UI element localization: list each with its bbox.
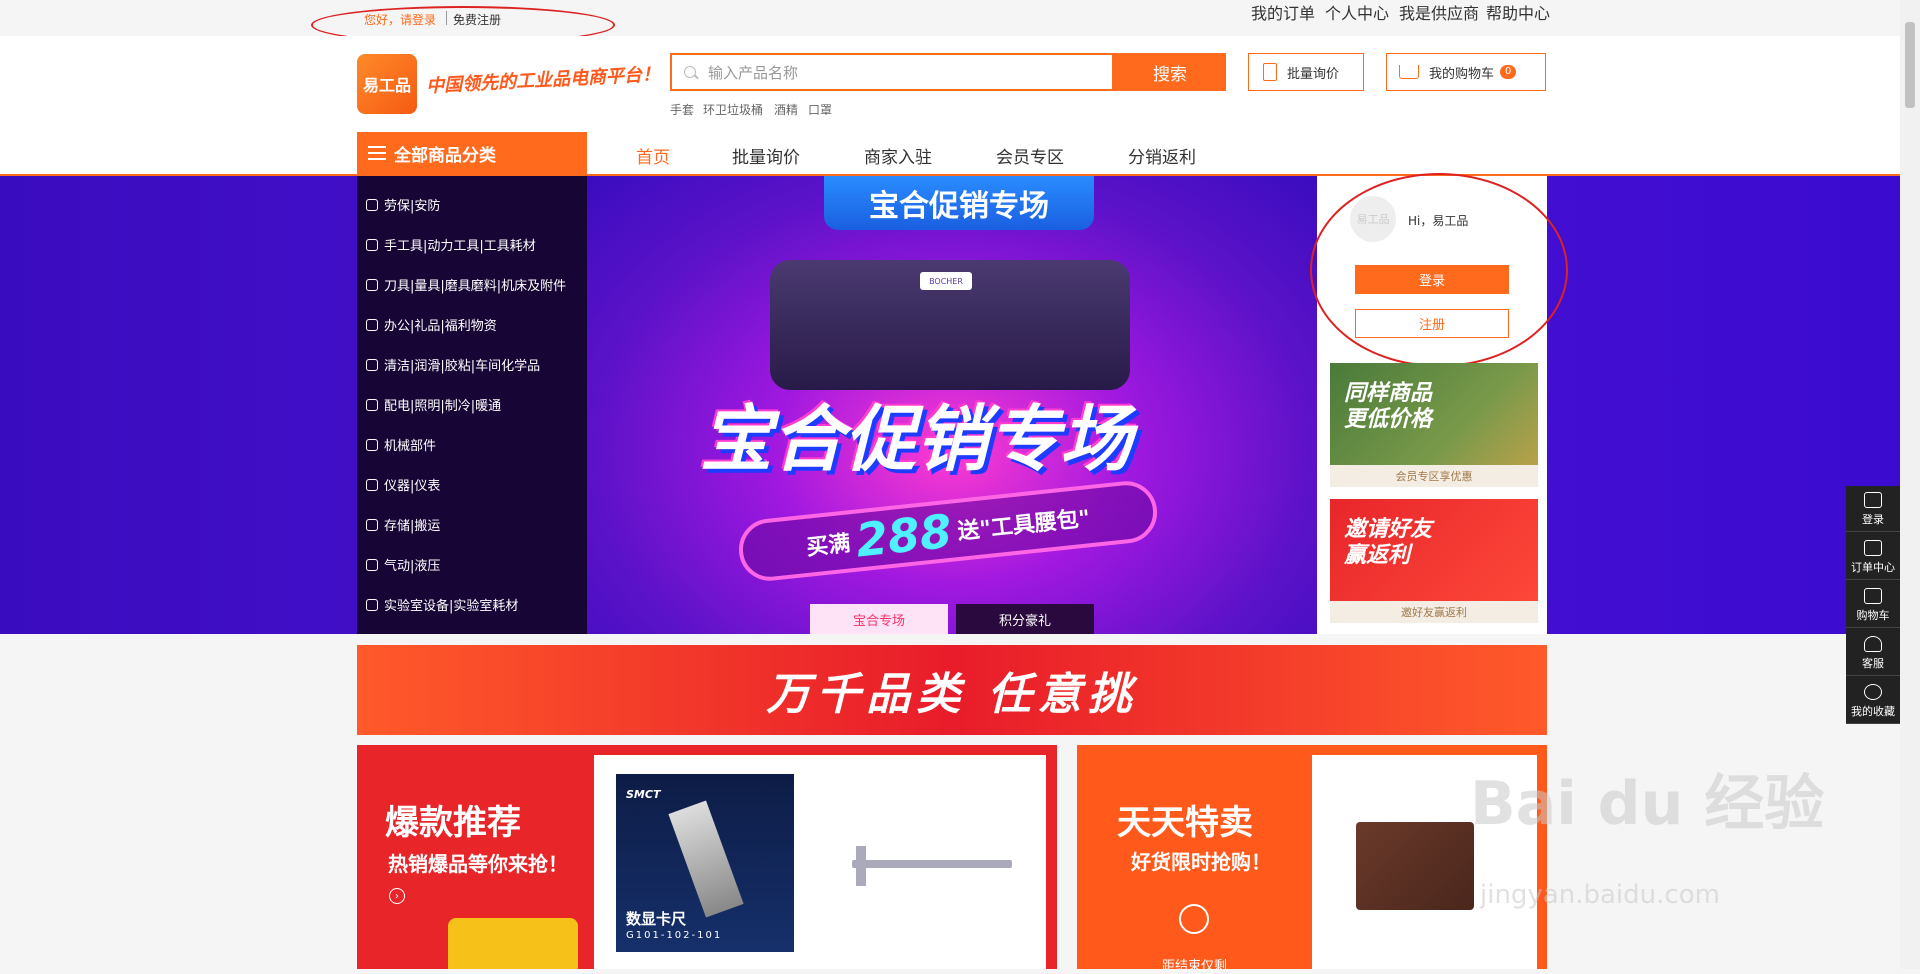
hot-block-subtitle: 热销爆品等你来抢！ [388,852,568,876]
cart-icon [366,518,378,531]
float-cart[interactable]: 购物车 [1846,582,1900,628]
caliper-jaw [856,846,866,886]
banner-tab-points[interactable]: 积分豪礼 [956,604,1094,634]
category-item[interactable]: 实验室设备|实验室耗材 [366,595,518,614]
gift-icon [366,318,378,331]
caliper-image [668,800,744,918]
daily-block-subtitle: 好货限时抢购！ [1131,850,1271,874]
my-orders-link[interactable]: 我的订单 [1251,0,1315,24]
all-categories-label: 全部商品分类 [394,145,496,166]
supplier-link[interactable]: 我是供应商 [1399,0,1479,24]
promo-subtitle: 邀好友赢返利 [1330,601,1538,623]
category-item[interactable]: 气动|液压 [366,555,440,574]
annotation-oval [1310,173,1568,367]
category-item[interactable]: 仪器|仪表 [366,475,440,494]
hot-word[interactable]: 口罩 [808,101,832,118]
search-input[interactable] [706,57,1110,89]
product-card-caliper[interactable]: SMCT 数显卡尺 G101-102-101 [616,774,794,952]
all-categories-button[interactable]: 全部商品分类 [357,132,587,174]
promo-title: 同样商品 更低价格 [1344,381,1433,432]
float-service[interactable]: 客服 [1846,630,1900,676]
personal-center-link[interactable]: 个人中心 [1325,0,1389,24]
banner-title: 宝合促销专场 [700,397,1133,481]
pneumatic-icon [366,558,378,571]
nav-batch-inquiry[interactable]: 批量询价 [732,143,800,168]
float-orders[interactable]: 订单中心 [1846,534,1900,580]
hot-word[interactable]: 酒精 [774,101,798,118]
cart-label: 我的购物车 [1429,66,1495,82]
category-item[interactable]: 办公|礼品|福利物资 [366,315,497,334]
top-bar [0,0,1900,36]
banner-tab-baohe[interactable]: 宝合专场 [810,604,948,634]
headset-icon [1864,636,1882,652]
abrasive-pad-image[interactable] [1356,822,1474,910]
clipboard-icon [1263,63,1277,81]
lightbulb-icon [366,398,378,411]
float-favorites[interactable]: 我的收藏 [1846,678,1900,724]
category-strip-banner[interactable]: 万千品类 任意挑 [357,645,1547,735]
daily-block-title: 天天特卖 [1117,803,1253,843]
category-item[interactable]: 劳保|安防 [366,195,440,214]
product-model: G101-102-101 [626,930,723,941]
instrument-icon [366,478,378,491]
upload-icon [1864,492,1882,508]
promo-title: 邀请好友 赢返利 [1344,517,1433,568]
invite-promo-card[interactable]: 邀请好友 赢返利 邀好友赢返利 [1330,499,1538,623]
vernier-caliper-image[interactable] [852,860,1012,868]
belt-brand: BOCHER [920,272,972,290]
drill-image [448,918,578,969]
helmet-icon [366,198,378,211]
category-item[interactable]: 配电|照明|制冷|暖通 [366,395,501,414]
banner-top-label: 宝合促销专场 [824,176,1094,230]
help-center-link[interactable]: 帮助中心 [1486,0,1550,24]
cart-button[interactable]: 我的购物车 0 [1386,53,1546,91]
search-icon [684,66,696,78]
star-icon [1864,684,1882,700]
arrow-right-icon[interactable]: › [389,888,405,904]
baidu-watermark: Bai du 经验 [1470,769,1825,839]
category-item[interactable]: 机械部件 [366,435,436,454]
menu-icon [368,146,386,160]
cart-count-badge: 0 [1500,65,1517,79]
hot-word[interactable]: 手套 [670,101,694,118]
document-icon [1864,540,1882,556]
wrench-icon [366,238,378,251]
product-brand: SMCT [626,788,661,801]
float-login[interactable]: 登录 [1846,486,1900,532]
category-item[interactable]: 刀具|量具|磨具磨料|机床及附件 [366,275,566,294]
product-name: 数显卡尺 [626,910,687,928]
scrollbar-thumb[interactable] [1905,22,1915,108]
hot-block-title: 爆款推荐 [385,803,521,843]
batch-inquiry-button[interactable]: 批量询价 [1248,53,1364,91]
nav-home[interactable]: 首页 [636,143,670,168]
main-nav [0,132,1900,176]
nav-merchant-join[interactable]: 商家入驻 [864,143,932,168]
tools-icon [366,278,378,291]
batch-inquiry-label: 批量询价 [1287,66,1340,82]
cart-icon [1864,588,1882,604]
category-item[interactable]: 清洁|润滑|胶粘|车间化学品 [366,355,540,374]
category-item[interactable]: 手工具|动力工具|工具耗材 [366,235,536,254]
category-item[interactable]: 存储|搬运 [366,515,440,534]
countdown-label: 距结束仅剩 [1162,959,1228,974]
nav-distribution[interactable]: 分销返利 [1128,143,1196,168]
cleaning-icon [366,358,378,371]
search-button[interactable]: 搜索 [1114,53,1226,91]
site-logo[interactable]: 易工品 [357,54,417,114]
promo-subtitle: 会员专区享优惠 [1330,465,1538,487]
flask-icon [366,598,378,611]
hot-word[interactable]: 环卫垃圾桶 [703,101,763,118]
gear-icon [366,438,378,451]
vertical-scrollbar[interactable] [1900,0,1920,969]
cart-icon [1399,65,1419,79]
member-promo-card[interactable]: 同样商品 更低价格 会员专区享优惠 [1330,363,1538,487]
nav-member-zone[interactable]: 会员专区 [996,143,1064,168]
baidu-watermark-url: jingyan.baidu.com [1480,880,1720,910]
alarm-clock-icon [1179,904,1209,934]
